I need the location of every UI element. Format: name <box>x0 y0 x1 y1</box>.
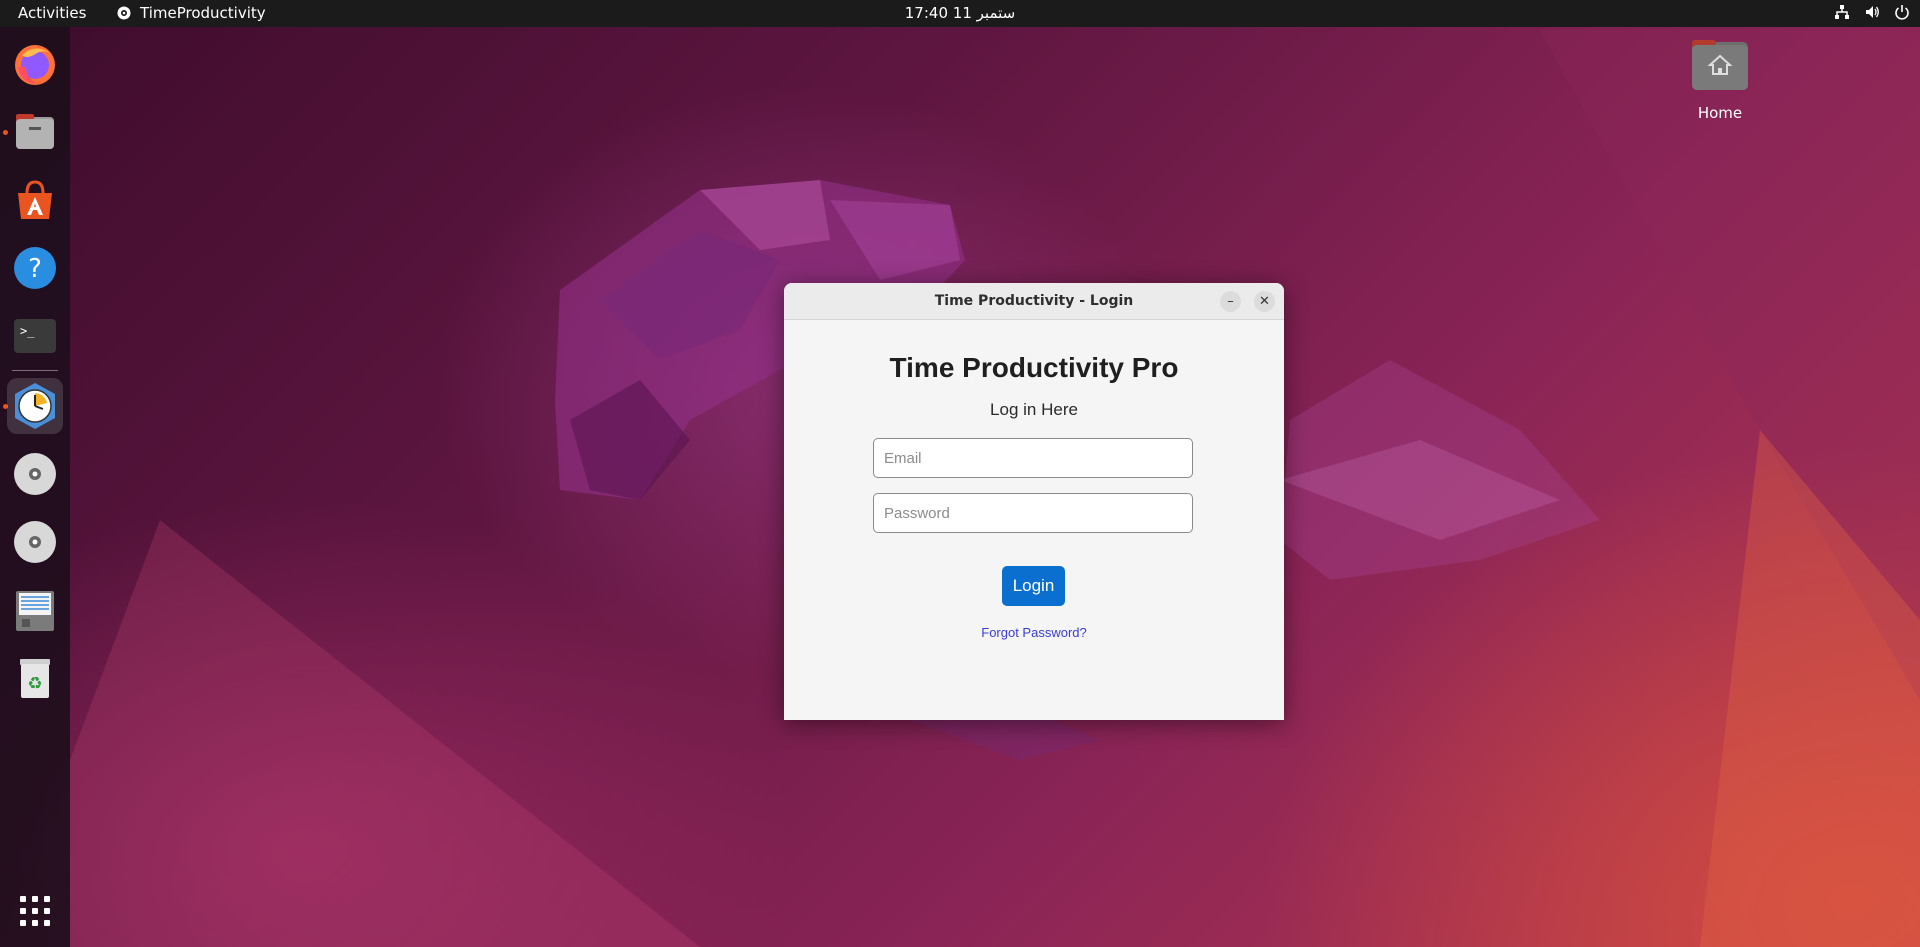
terminal-icon: >_ <box>14 319 56 353</box>
login-button[interactable]: Login <box>1002 566 1065 606</box>
dock-app-center[interactable] <box>7 172 63 228</box>
login-form: Time Productivity Pro Log in Here Login … <box>784 320 1284 720</box>
volume-icon[interactable] <box>1864 4 1880 20</box>
app-title: Time Productivity Pro <box>889 352 1179 383</box>
dock-firefox[interactable] <box>7 36 63 92</box>
email-field[interactable] <box>873 438 1193 478</box>
text-editor-icon <box>16 591 54 631</box>
dock-disc-2[interactable] <box>7 514 63 570</box>
time-productivity-icon <box>15 383 55 429</box>
home-folder-icon <box>1692 40 1748 90</box>
app-menu-icon <box>117 6 131 20</box>
clock[interactable]: ستمبر 11 17:40 <box>905 4 1015 22</box>
show-apps-button[interactable] <box>7 883 63 939</box>
disc-icon <box>14 453 56 495</box>
activities-button[interactable]: Activities <box>18 4 86 22</box>
home-label: Home <box>1697 104 1743 122</box>
dock-time-productivity[interactable] <box>7 378 63 434</box>
forgot-password-link[interactable]: Forgot Password? <box>981 625 1087 640</box>
svg-text:?: ? <box>28 254 42 284</box>
desktop-home[interactable]: Home <box>1682 40 1758 122</box>
window-titlebar[interactable]: Time Productivity - Login – ✕ <box>784 283 1284 320</box>
power-icon[interactable] <box>1894 4 1910 20</box>
dock-text-editor[interactable] <box>7 582 63 638</box>
svg-text:>_: >_ <box>20 324 35 338</box>
minimize-icon: – <box>1227 294 1234 309</box>
login-subtitle: Log in Here <box>990 400 1078 419</box>
dock-help[interactable]: ? <box>7 240 63 296</box>
password-field[interactable] <box>873 493 1193 533</box>
system-tray[interactable] <box>1834 4 1910 20</box>
files-icon <box>16 114 54 149</box>
trash-icon: ♻ <box>20 659 50 698</box>
network-icon[interactable] <box>1834 4 1850 20</box>
top-bar: Activities TimeProductivity ستمبر 11 17:… <box>0 0 1920 27</box>
login-window: Time Productivity - Login – ✕ Time Produ… <box>784 283 1284 720</box>
firefox-icon <box>15 45 55 85</box>
window-title: Time Productivity - Login <box>934 293 1134 309</box>
dock-disc-1[interactable] <box>7 446 63 502</box>
dock-terminal[interactable]: >_ <box>7 308 63 364</box>
close-icon: ✕ <box>1259 294 1270 309</box>
close-button[interactable]: ✕ <box>1254 291 1275 312</box>
show-apps-icon <box>20 896 50 926</box>
minimize-button[interactable]: – <box>1220 291 1241 312</box>
dock-trash[interactable]: ♻ <box>7 650 63 706</box>
svg-text:♻: ♻ <box>27 674 42 694</box>
dock-files[interactable] <box>7 104 63 160</box>
app-menu-label: TimeProductivity <box>140 4 266 22</box>
dock: ? >_ ♻ <box>0 27 70 947</box>
disc-icon <box>14 521 56 563</box>
app-menu[interactable]: TimeProductivity <box>116 4 266 22</box>
app-center-icon <box>18 180 52 219</box>
help-icon: ? <box>14 247 56 289</box>
